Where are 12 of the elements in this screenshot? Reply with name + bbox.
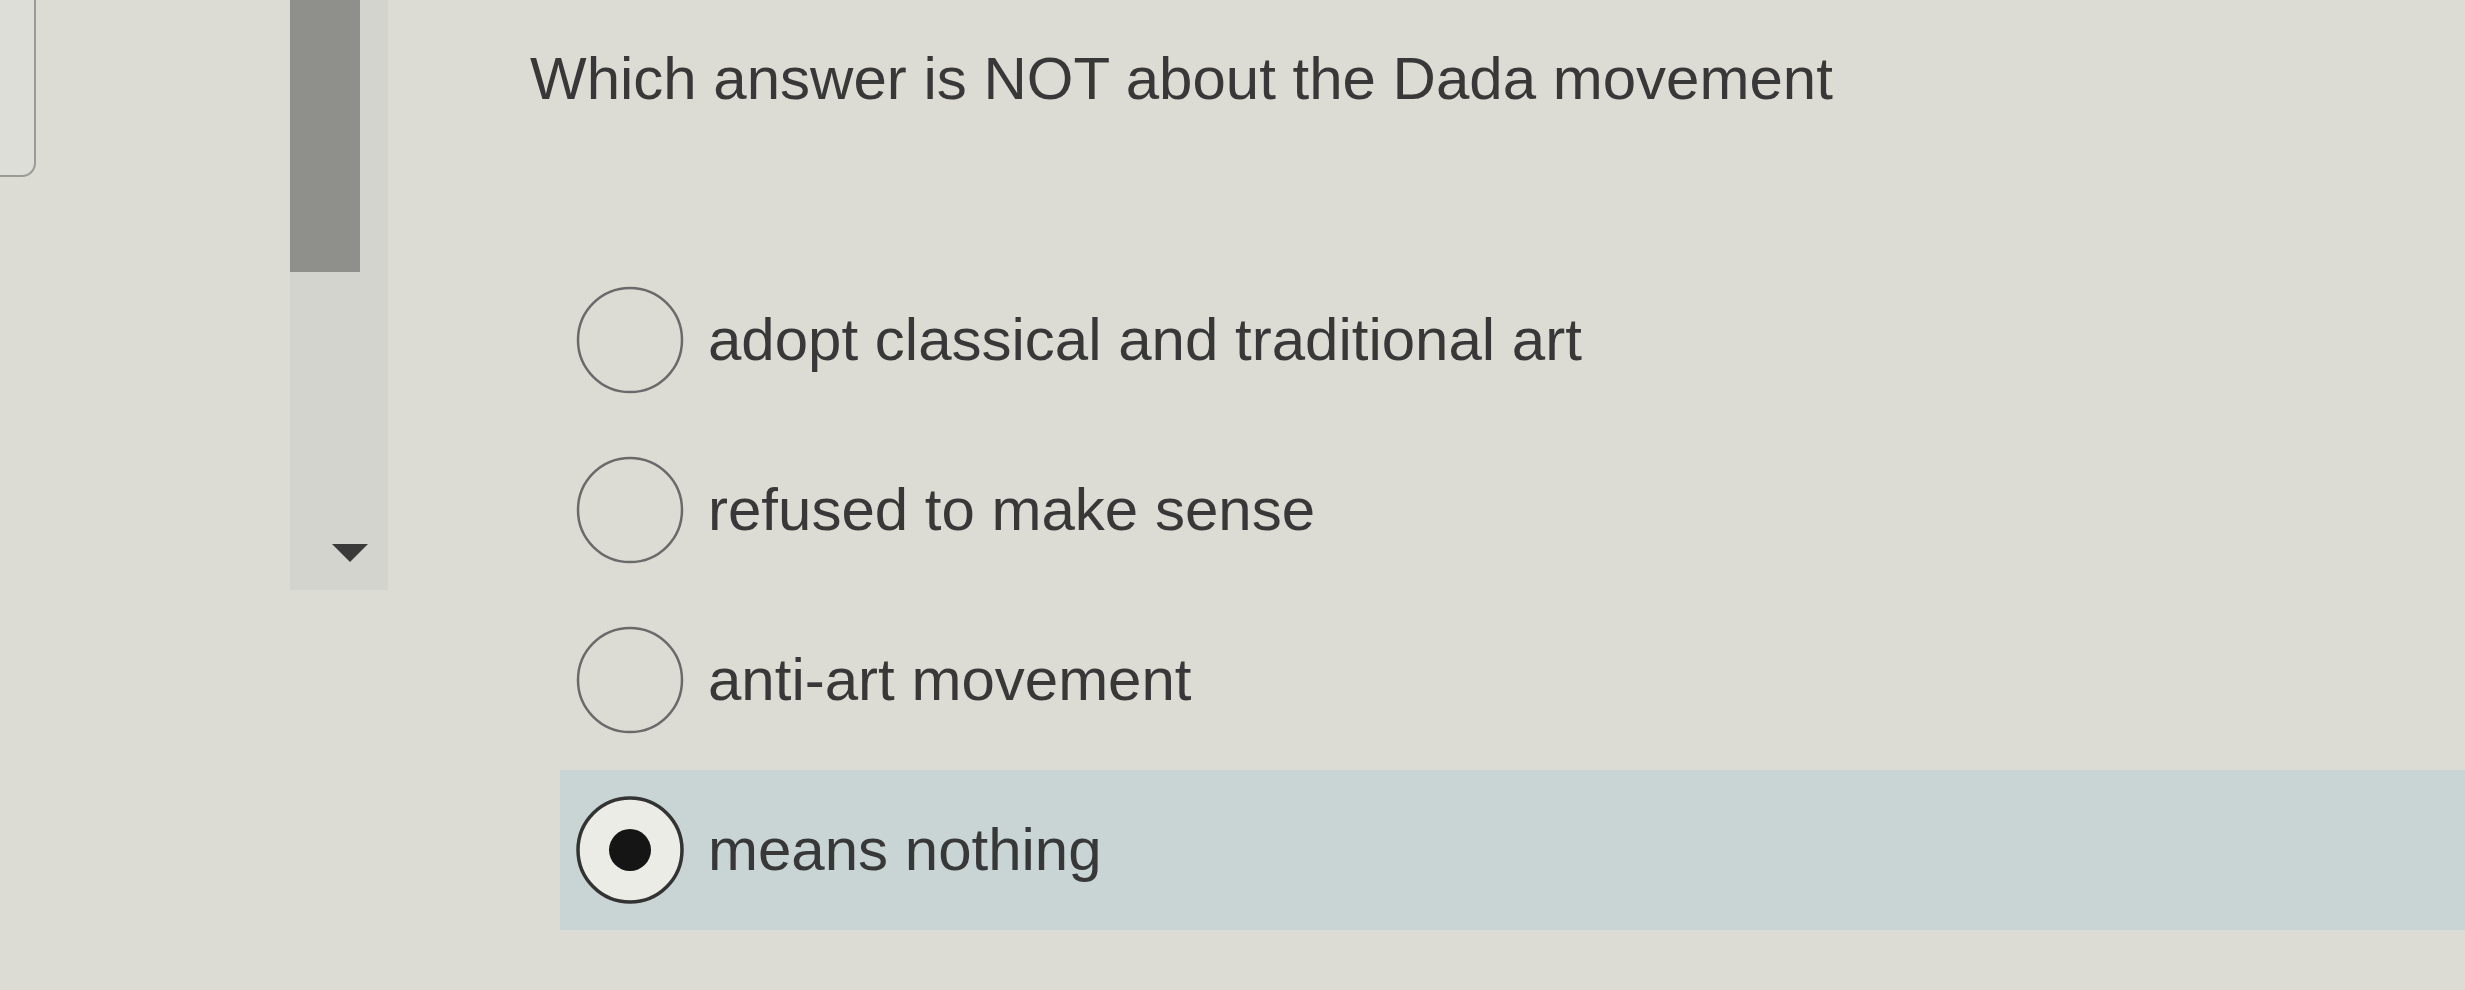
answer-text: refused to make sense [708,475,1315,545]
caret-down-icon[interactable] [332,544,368,562]
radio-button[interactable] [576,456,684,564]
radio-button[interactable] [576,626,684,734]
radio-button[interactable] [576,796,684,904]
question-text: Which answer is NOT about the Dada movement [530,44,1833,114]
answer-text: means nothing [708,815,1102,885]
radio-button[interactable] [576,286,684,394]
scrollbar-track[interactable] [290,0,388,590]
answer-text: anti-art movement [708,645,1192,715]
answer-text: adopt classical and traditional art [708,305,1582,375]
scrollbar-thumb[interactable] [290,0,360,272]
